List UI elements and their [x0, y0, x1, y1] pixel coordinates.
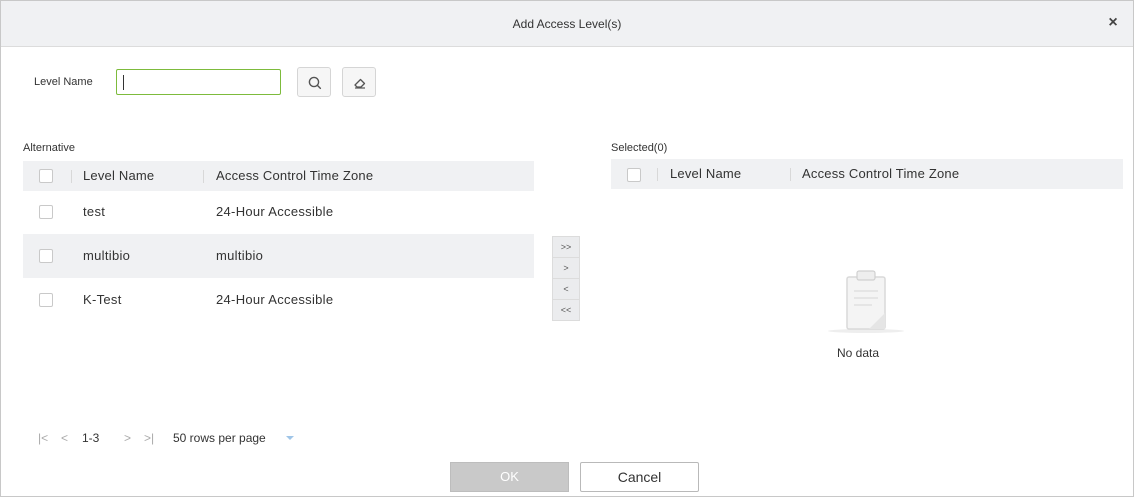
- selected-col-time-zone[interactable]: Access Control Time Zone: [802, 159, 959, 189]
- selected-table-header: Level Name Access Control Time Zone: [611, 159, 1123, 189]
- table-row[interactable]: K-Test 24-Hour Accessible: [23, 278, 534, 322]
- row-level-name: K-Test: [83, 292, 122, 307]
- row-checkbox[interactable]: [39, 293, 53, 307]
- row-checkbox[interactable]: [39, 249, 53, 263]
- alternative-col-level-name[interactable]: Level Name: [83, 161, 154, 191]
- last-page-button[interactable]: >|: [144, 431, 154, 445]
- column-separator: [657, 168, 658, 181]
- move-right-button[interactable]: >: [552, 257, 580, 279]
- level-name-search-label: Level Name: [34, 76, 93, 88]
- next-page-button[interactable]: >: [124, 431, 131, 445]
- move-all-left-button[interactable]: <<: [552, 299, 580, 321]
- chevron-down-icon[interactable]: [286, 436, 294, 440]
- cancel-button[interactable]: Cancel: [580, 462, 699, 492]
- row-time-zone: 24-Hour Accessible: [216, 204, 334, 219]
- row-time-zone: multibio: [216, 248, 264, 263]
- prev-page-button[interactable]: <: [61, 431, 68, 445]
- page-range: 1-3: [82, 431, 100, 445]
- row-level-name: test: [83, 204, 106, 219]
- text-cursor: [123, 75, 124, 90]
- pagination: |< < 1-3 > >| 50 rows per page: [1, 431, 401, 447]
- move-left-button[interactable]: <: [552, 278, 580, 300]
- empty-clipboard-icon: [828, 270, 904, 333]
- dialog-titlebar: Add Access Level(s) ×: [1, 1, 1133, 47]
- select-all-alternative-checkbox[interactable]: [39, 169, 53, 183]
- selected-label: Selected(0): [611, 142, 668, 154]
- row-level-name: multibio: [83, 248, 131, 263]
- move-all-right-button[interactable]: >>: [552, 236, 580, 258]
- no-data-text: No data: [837, 346, 880, 360]
- first-page-button[interactable]: |<: [38, 431, 48, 445]
- search-button[interactable]: [297, 67, 331, 97]
- select-all-selected-checkbox[interactable]: [627, 168, 641, 182]
- table-row[interactable]: multibio multibio: [23, 234, 534, 278]
- column-separator: [790, 168, 791, 181]
- add-access-level-dialog: Add Access Level(s) × Level Name Alterna…: [0, 0, 1134, 497]
- dialog-title: Add Access Level(s): [512, 17, 622, 31]
- column-separator: [71, 170, 72, 183]
- eraser-icon: [354, 78, 366, 89]
- ok-button[interactable]: OK: [450, 462, 569, 492]
- rows-per-page-select[interactable]: 50 rows per page: [173, 431, 266, 445]
- clear-search-button[interactable]: [342, 67, 376, 97]
- row-checkbox[interactable]: [39, 205, 53, 219]
- column-separator: [203, 170, 204, 183]
- close-icon[interactable]: ×: [1105, 15, 1121, 31]
- table-row[interactable]: test 24-Hour Accessible: [23, 190, 534, 234]
- search-icon: [308, 76, 322, 90]
- alternative-label: Alternative: [23, 142, 75, 154]
- level-name-search-input[interactable]: [116, 69, 281, 95]
- alternative-col-time-zone[interactable]: Access Control Time Zone: [216, 161, 373, 191]
- alternative-table-header: Level Name Access Control Time Zone: [23, 161, 534, 191]
- selected-col-level-name[interactable]: Level Name: [670, 159, 741, 189]
- row-time-zone: 24-Hour Accessible: [216, 292, 334, 307]
